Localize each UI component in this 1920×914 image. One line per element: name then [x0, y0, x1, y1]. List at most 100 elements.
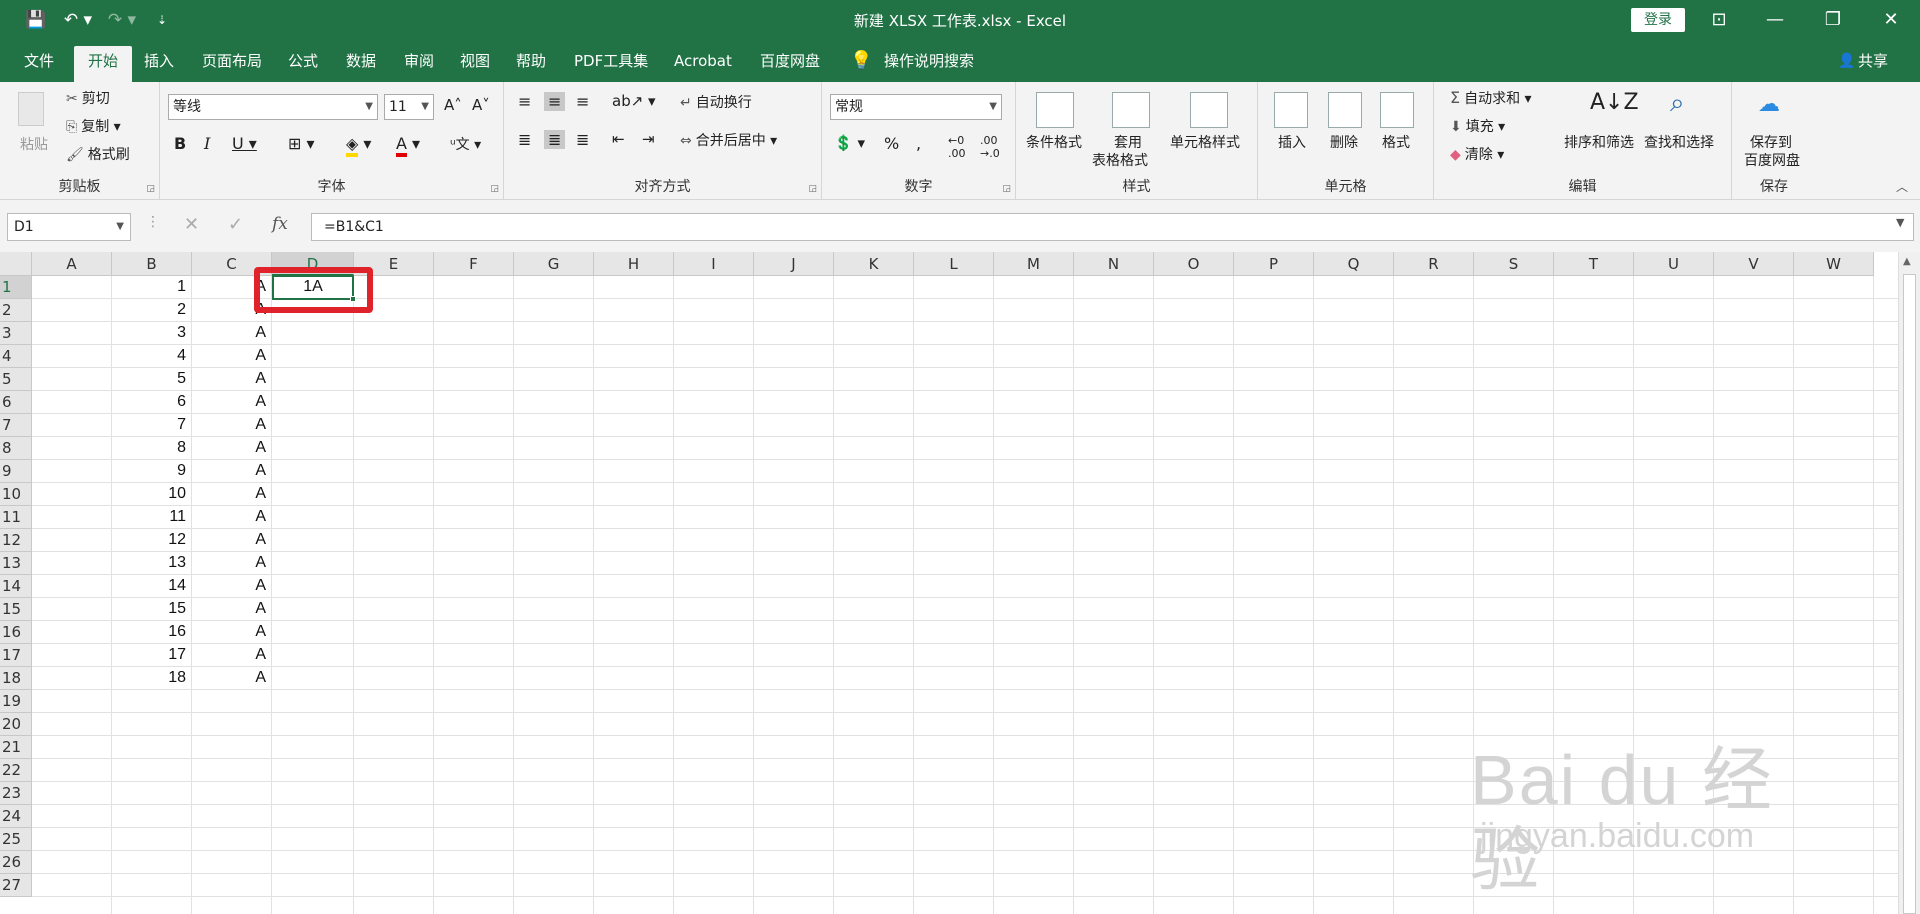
align-center-icon[interactable]: ≣ [544, 130, 566, 149]
cell-b6[interactable]: 6 [112, 391, 186, 414]
cell-b13[interactable]: 13 [112, 552, 186, 575]
tab-insert[interactable]: 插入 [136, 48, 182, 82]
row-header-8[interactable]: 8 [0, 437, 32, 460]
alignment-dialog-launcher-icon[interactable]: ◲ [808, 184, 817, 194]
cell-b2[interactable]: 2 [112, 299, 186, 322]
fill-color-icon[interactable]: ◈ ▾ [346, 134, 371, 157]
select-all-corner[interactable] [0, 252, 32, 276]
name-box[interactable]: D1 ▼ [7, 213, 131, 241]
decrease-indent-icon[interactable]: ⇤ [612, 130, 625, 148]
align-bottom-icon[interactable]: ≡ [576, 92, 589, 111]
save-to-label-2[interactable]: 百度网盘 [1744, 150, 1800, 170]
row-header-26[interactable]: 26 [0, 851, 32, 874]
expand-formula-bar-icon[interactable]: ▼ [1896, 216, 1904, 229]
minimize-icon[interactable]: — [1760, 6, 1790, 34]
orientation-icon[interactable]: ab↗ ▾ [612, 92, 656, 110]
cell-c17[interactable]: A [192, 644, 266, 667]
row-header-20[interactable]: 20 [0, 713, 32, 736]
row-header-23[interactable]: 23 [0, 782, 32, 805]
cell-b10[interactable]: 10 [112, 483, 186, 506]
column-header-k[interactable]: K [834, 252, 914, 276]
comma-style-icon[interactable]: , [916, 134, 921, 153]
tab-acrobat[interactable]: Acrobat [666, 48, 740, 82]
cancel-icon[interactable]: ✕ [184, 214, 199, 235]
tell-me-search[interactable]: 操作说明搜索 [884, 48, 974, 74]
row-header-4[interactable]: 4 [0, 345, 32, 368]
worksheet-grid[interactable]: ABCDEFGHIJKLMNOPQRSTUVW 1 2 3 4 5 6 7 8 9 10 11 12 1… [0, 252, 1920, 914]
cell-c10[interactable]: A [192, 483, 266, 506]
column-header-j[interactable]: J [754, 252, 834, 276]
column-header-n[interactable]: N [1074, 252, 1154, 276]
align-right-icon[interactable]: ≣ [576, 130, 589, 149]
row-header-18[interactable]: 18 [0, 667, 32, 690]
row-header-17[interactable]: 17 [0, 644, 32, 667]
column-header-t[interactable]: T [1554, 252, 1634, 276]
format-as-table-icon[interactable] [1112, 92, 1150, 128]
cell-b3[interactable]: 3 [112, 322, 186, 345]
cell-b5[interactable]: 5 [112, 368, 186, 391]
enter-icon[interactable]: ✓ [228, 214, 243, 235]
autosum-button[interactable]: Σ 自动求和 ▾ [1450, 88, 1532, 108]
login-button[interactable]: 登录 [1631, 8, 1685, 32]
row-header-10[interactable]: 10 [0, 483, 32, 506]
number-format-select[interactable]: 常规 ▼ [830, 94, 1002, 120]
row-header-6[interactable]: 6 [0, 391, 32, 414]
align-top-icon[interactable]: ≡ [518, 92, 531, 111]
row-header-13[interactable]: 13 [0, 552, 32, 575]
row-header-25[interactable]: 25 [0, 828, 32, 851]
tab-file[interactable]: 文件 [16, 48, 62, 82]
font-size-select[interactable]: 11 ▼ [384, 94, 434, 120]
cell-b4[interactable]: 4 [112, 345, 186, 368]
copy-button[interactable]: ⎘ 复制 ▾ [66, 116, 121, 136]
cell-c7[interactable]: A [192, 414, 266, 437]
cell-b8[interactable]: 8 [112, 437, 186, 460]
font-name-select[interactable]: 等线 ▼ [168, 94, 378, 120]
column-header-s[interactable]: S [1474, 252, 1554, 276]
column-header-o[interactable]: O [1154, 252, 1234, 276]
column-header-l[interactable]: L [914, 252, 994, 276]
cell-c4[interactable]: A [192, 345, 266, 368]
align-left-icon[interactable]: ≣ [518, 130, 531, 149]
column-header-p[interactable]: P [1234, 252, 1314, 276]
share-button[interactable]: 共享 [1858, 48, 1888, 74]
cell-c5[interactable]: A [192, 368, 266, 391]
cell-c8[interactable]: A [192, 437, 266, 460]
clear-button[interactable]: ◆ 清除 ▾ [1450, 144, 1504, 164]
collapse-ribbon-icon[interactable]: ︿ [1896, 178, 1908, 195]
find-select-button[interactable]: 查找和选择 [1644, 132, 1714, 152]
column-header-a[interactable]: A [32, 252, 112, 276]
row-header-21[interactable]: 21 [0, 736, 32, 759]
delete-cells-icon[interactable] [1328, 92, 1362, 128]
phonetic-guide-icon[interactable]: ᵘ文 ▾ [450, 134, 481, 154]
restore-icon[interactable]: ❐ [1818, 6, 1848, 34]
column-header-v[interactable]: V [1714, 252, 1794, 276]
cell-c3[interactable]: A [192, 322, 266, 345]
close-icon[interactable]: ✕ [1876, 6, 1906, 34]
column-header-r[interactable]: R [1394, 252, 1474, 276]
delete-cells-button[interactable]: 删除 [1330, 132, 1358, 152]
format-as-table-label-2[interactable]: 表格格式 [1092, 150, 1148, 170]
font-dialog-launcher-icon[interactable]: ◲ [490, 184, 499, 194]
tab-formulas[interactable]: 公式 [280, 48, 326, 82]
clipboard-dialog-launcher-icon[interactable]: ◲ [146, 184, 155, 194]
tab-view[interactable]: 视图 [452, 48, 498, 82]
cell-c14[interactable]: A [192, 575, 266, 598]
paste-button[interactable]: 粘贴 [20, 134, 48, 154]
cell-b12[interactable]: 12 [112, 529, 186, 552]
column-header-g[interactable]: G [514, 252, 594, 276]
tab-page-layout[interactable]: 页面布局 [194, 48, 270, 82]
align-middle-icon[interactable]: ≡ [544, 92, 566, 111]
cell-b14[interactable]: 14 [112, 575, 186, 598]
cell-c18[interactable]: A [192, 667, 266, 690]
row-header-24[interactable]: 24 [0, 805, 32, 828]
row-header-15[interactable]: 15 [0, 598, 32, 621]
row-header-19[interactable]: 19 [0, 690, 32, 713]
conditional-formatting-icon[interactable] [1036, 92, 1074, 128]
row-header-9[interactable]: 9 [0, 460, 32, 483]
ribbon-display-options-icon[interactable]: ⊡ [1704, 6, 1734, 34]
sort-filter-button[interactable]: 排序和筛选 [1564, 132, 1634, 152]
increase-indent-icon[interactable]: ⇥ [642, 130, 655, 148]
cell-b1[interactable]: 1 [112, 276, 186, 299]
cell-b7[interactable]: 7 [112, 414, 186, 437]
increase-decimal-icon[interactable]: ←0.00 [948, 134, 966, 160]
